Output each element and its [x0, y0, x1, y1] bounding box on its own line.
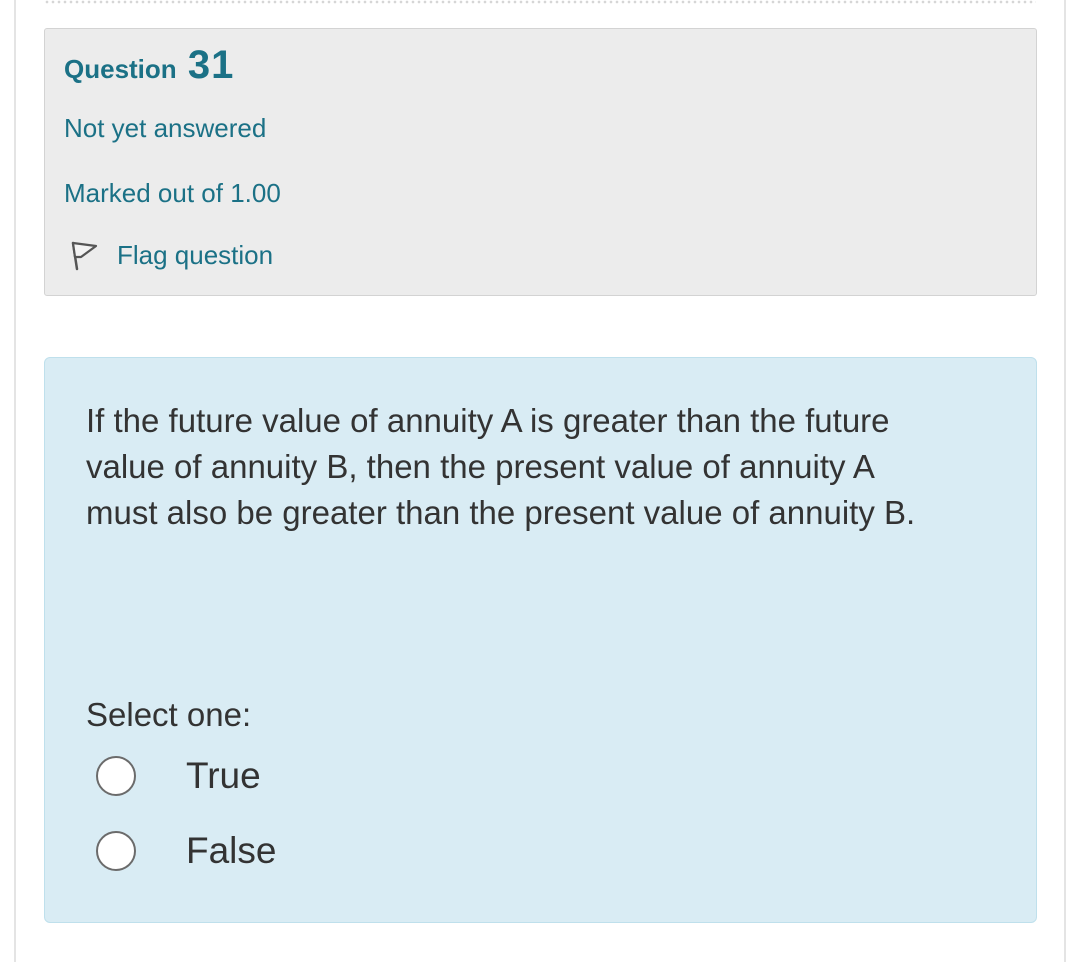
radio-false[interactable]	[96, 831, 136, 871]
quiz-page: Question 31 Not yet answered Marked out …	[0, 0, 1080, 962]
option-true-label: True	[186, 755, 261, 796]
question-state: Not yet answered	[64, 113, 267, 143]
question-grade: Marked out of 1.00	[64, 178, 281, 208]
radio-true[interactable]	[96, 756, 136, 796]
flag-question-link[interactable]: Flag question	[65, 237, 273, 273]
flag-icon	[65, 237, 101, 273]
option-false-label: False	[186, 830, 277, 871]
option-true[interactable]: True	[96, 755, 261, 797]
question-info-panel: Question 31 Not yet answered Marked out …	[44, 28, 1037, 296]
answer-prompt: Select one:	[86, 696, 252, 733]
question-content-panel: If the future value of annuity A is grea…	[44, 357, 1037, 923]
question-text: If the future value of annuity A is grea…	[86, 402, 916, 531]
question-number: 31	[187, 43, 235, 87]
top-divider	[44, 0, 1036, 4]
option-false[interactable]: False	[96, 830, 276, 872]
question-title: Question 31	[64, 43, 234, 88]
flag-question-label: Flag question	[117, 239, 274, 270]
question-word: Question	[64, 54, 177, 84]
